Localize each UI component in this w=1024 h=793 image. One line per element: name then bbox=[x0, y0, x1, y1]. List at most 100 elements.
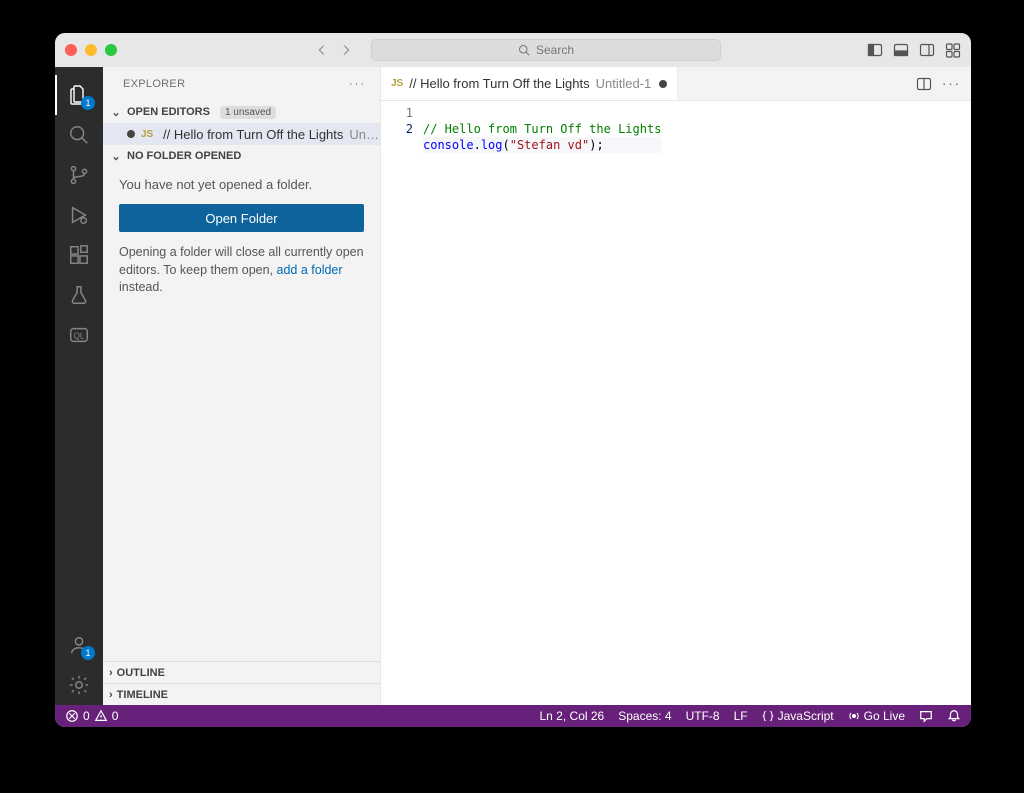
outline-label: OUTLINE bbox=[117, 667, 165, 679]
activity-source-control[interactable] bbox=[55, 155, 103, 195]
no-folder-label: NO FOLDER OPENED bbox=[127, 150, 241, 162]
toggle-panel-button[interactable] bbox=[893, 42, 909, 58]
activity-accounts[interactable]: 1 bbox=[55, 625, 103, 665]
svg-text:QL: QL bbox=[73, 332, 84, 341]
ql-icon: QL bbox=[68, 324, 90, 346]
window-controls bbox=[65, 44, 117, 56]
no-folder-body: You have not yet opened a folder. Open F… bbox=[103, 167, 380, 309]
extensions-icon bbox=[68, 244, 90, 266]
modified-dot-icon bbox=[127, 130, 135, 138]
no-folder-text: You have not yet opened a folder. bbox=[119, 177, 364, 192]
warning-icon bbox=[94, 709, 108, 723]
unsaved-badge: 1 unsaved bbox=[220, 106, 276, 119]
chevron-right-icon: › bbox=[109, 689, 113, 701]
window-minimize-button[interactable] bbox=[85, 44, 97, 56]
chevron-right-icon: › bbox=[109, 667, 113, 679]
explorer-badge: 1 bbox=[81, 96, 95, 110]
sidebar-title: EXPLORER bbox=[123, 78, 185, 90]
command-center-search[interactable]: Search bbox=[371, 39, 721, 61]
toggle-primary-sidebar-button[interactable] bbox=[867, 42, 883, 58]
open-editor-item[interactable]: JS // Hello from Turn Off the Lights Unt… bbox=[103, 123, 380, 145]
account-badge: 1 bbox=[81, 646, 95, 660]
nav-back-button[interactable] bbox=[315, 43, 329, 57]
line-number: 2 bbox=[381, 121, 413, 137]
window-close-button[interactable] bbox=[65, 44, 77, 56]
gear-icon bbox=[68, 674, 90, 696]
code-string: "Stefan vd" bbox=[510, 138, 589, 152]
chevron-down-icon: ⌄ bbox=[109, 106, 123, 119]
status-language[interactable]: JavaScript bbox=[762, 709, 834, 723]
status-feedback[interactable] bbox=[919, 709, 933, 723]
open-editor-subtitle: Untitle... bbox=[349, 127, 380, 142]
status-cursor[interactable]: Ln 2, Col 26 bbox=[540, 709, 605, 723]
editor-tab[interactable]: JS // Hello from Turn Off the Lights Unt… bbox=[381, 67, 678, 100]
activity-settings[interactable] bbox=[55, 665, 103, 705]
tab-actions: ··· bbox=[916, 67, 971, 100]
nav-forward-button[interactable] bbox=[339, 43, 353, 57]
chevron-down-icon: ⌄ bbox=[109, 150, 123, 163]
status-problems[interactable]: 0 0 bbox=[65, 709, 118, 723]
code-comment: // Hello from Turn Off the Lights bbox=[423, 122, 661, 136]
status-warnings: 0 bbox=[112, 709, 119, 723]
open-editor-filename: // Hello from Turn Off the Lights bbox=[163, 127, 343, 142]
broadcast-icon bbox=[848, 710, 860, 722]
workbench-body: 1 QL 1 bbox=[55, 67, 971, 705]
window-maximize-button[interactable] bbox=[105, 44, 117, 56]
status-bar: 0 0 Ln 2, Col 26 Spaces: 4 UTF-8 LF Java… bbox=[55, 705, 971, 727]
activity-explorer[interactable]: 1 bbox=[55, 75, 103, 115]
braces-icon bbox=[762, 710, 774, 722]
beaker-icon bbox=[68, 284, 90, 306]
titlebar-layout-controls bbox=[867, 42, 961, 58]
tab-name: // Hello from Turn Off the Lights bbox=[409, 76, 589, 91]
editor-area: JS // Hello from Turn Off the Lights Unt… bbox=[381, 67, 971, 705]
code-editor[interactable]: 1 2 // Hello from Turn Off the Lights co… bbox=[381, 101, 971, 705]
search-icon bbox=[518, 44, 530, 56]
customize-layout-button[interactable] bbox=[945, 42, 961, 58]
status-golive[interactable]: Go Live bbox=[848, 709, 905, 723]
helper-text: Opening a folder will close all currentl… bbox=[119, 244, 364, 297]
activity-bar: 1 QL 1 bbox=[55, 67, 103, 705]
toggle-secondary-sidebar-button[interactable] bbox=[919, 42, 935, 58]
line-number: 1 bbox=[381, 105, 413, 121]
tab-more-button[interactable]: ··· bbox=[942, 76, 961, 91]
activity-extensions[interactable] bbox=[55, 235, 103, 275]
status-spaces[interactable]: Spaces: 4 bbox=[618, 709, 671, 723]
bell-icon bbox=[947, 709, 961, 723]
split-editor-button[interactable] bbox=[916, 76, 932, 92]
timeline-label: TIMELINE bbox=[117, 689, 168, 701]
error-icon bbox=[65, 709, 79, 723]
add-folder-link[interactable]: add a folder bbox=[277, 263, 343, 277]
code-content: // Hello from Turn Off the Lights consol… bbox=[423, 101, 661, 705]
open-editors-section[interactable]: ⌄ OPEN EDITORS 1 unsaved bbox=[103, 101, 380, 123]
activity-run-debug[interactable] bbox=[55, 195, 103, 235]
code-func: log bbox=[481, 138, 503, 152]
helper-suffix: instead. bbox=[119, 280, 163, 294]
sidebar-header: EXPLORER ··· bbox=[103, 67, 380, 101]
status-golive-label: Go Live bbox=[864, 709, 905, 723]
sidebar-more-button[interactable]: ··· bbox=[349, 78, 366, 90]
titlebar: Search bbox=[55, 33, 971, 67]
js-icon: JS bbox=[391, 78, 403, 89]
status-notifications[interactable] bbox=[947, 709, 961, 723]
timeline-section[interactable]: › TIMELINE bbox=[103, 683, 380, 705]
open-editors-label: OPEN EDITORS bbox=[127, 106, 210, 118]
no-folder-section[interactable]: ⌄ NO FOLDER OPENED bbox=[103, 145, 380, 167]
search-placeholder: Search bbox=[536, 43, 574, 57]
status-eol[interactable]: LF bbox=[734, 709, 748, 723]
status-encoding[interactable]: UTF-8 bbox=[686, 709, 720, 723]
activity-search[interactable] bbox=[55, 115, 103, 155]
activity-testing[interactable] bbox=[55, 275, 103, 315]
sidebar-bottom: › OUTLINE › TIMELINE bbox=[103, 661, 380, 705]
line-gutter: 1 2 bbox=[381, 101, 423, 705]
open-folder-button[interactable]: Open Folder bbox=[119, 204, 364, 232]
debug-icon bbox=[68, 204, 90, 226]
outline-section[interactable]: › OUTLINE bbox=[103, 661, 380, 683]
status-errors: 0 bbox=[83, 709, 90, 723]
explorer-sidebar: EXPLORER ··· ⌄ OPEN EDITORS 1 unsaved JS… bbox=[103, 67, 381, 705]
activity-ql[interactable]: QL bbox=[55, 315, 103, 355]
vscode-window: Search 1 bbox=[55, 33, 971, 727]
feedback-icon bbox=[919, 709, 933, 723]
tab-bar: JS // Hello from Turn Off the Lights Unt… bbox=[381, 67, 971, 101]
branch-icon bbox=[68, 164, 90, 186]
modified-dot-icon bbox=[659, 80, 667, 88]
